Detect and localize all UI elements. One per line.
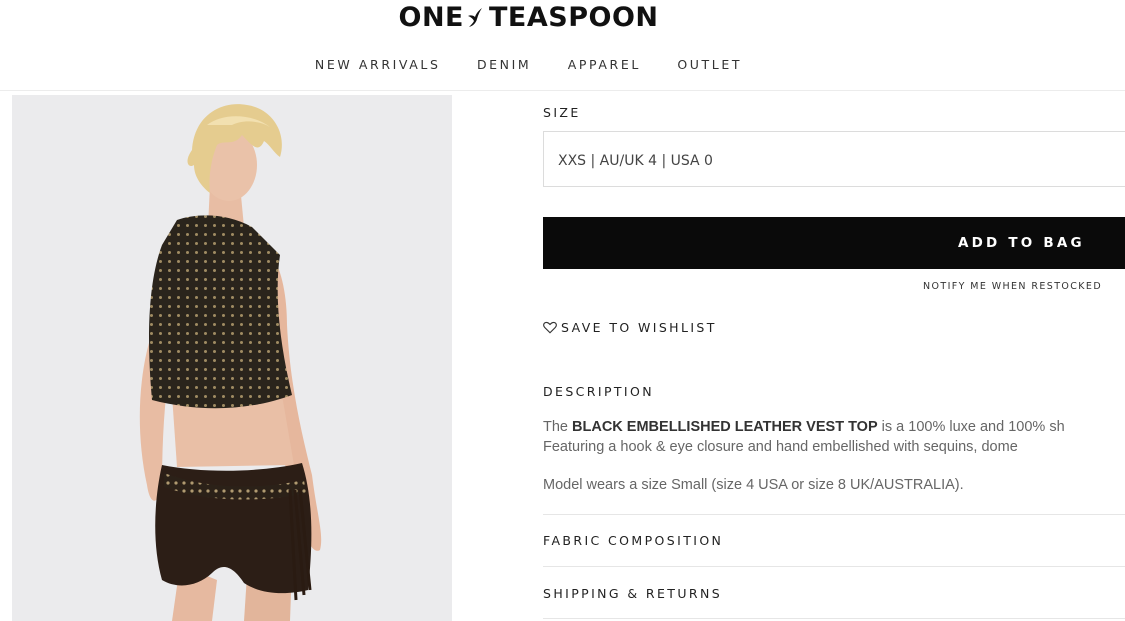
fabric-composition-accordion[interactable]: FABRIC COMPOSITION	[543, 533, 723, 548]
divider	[543, 514, 1125, 515]
product-description: The BLACK EMBELLISHED LEATHER VEST TOP i…	[543, 417, 1125, 495]
product-panel: SIZE XXS | AU/UK 4 | USA 0 ADD TO BAG NO…	[543, 95, 1125, 621]
nav-new-arrivals[interactable]: NEW ARRIVALS	[315, 57, 441, 72]
divider	[543, 618, 1125, 619]
nav-apparel[interactable]: APPAREL	[568, 57, 641, 72]
divider	[543, 566, 1125, 567]
model-photo	[12, 95, 452, 621]
description-prefix: The	[543, 419, 568, 435]
add-to-bag-button[interactable]: ADD TO BAG	[543, 217, 1125, 269]
add-to-bag-label: ADD TO BAG	[958, 235, 1085, 251]
shipping-returns-accordion[interactable]: SHIPPING & RETURNS	[543, 586, 722, 601]
brand-logo[interactable]: ONE TEASPOON	[0, 2, 1057, 33]
description-line-2: Featuring a hook & eye closure and hand …	[543, 439, 1018, 455]
swallow-logo-icon	[468, 8, 482, 27]
nav-outlet[interactable]: OUTLET	[677, 57, 742, 72]
size-label: SIZE	[543, 105, 581, 120]
nav-denim[interactable]: DENIM	[477, 57, 531, 72]
product-image[interactable]	[12, 95, 452, 621]
heart-icon	[543, 321, 557, 334]
description-heading[interactable]: DESCRIPTION	[543, 384, 654, 399]
brand-name-left: ONE	[398, 2, 464, 33]
size-select[interactable]: XXS | AU/UK 4 | USA 0	[543, 131, 1125, 187]
main-nav: NEW ARRIVALS DENIM APPAREL OUTLET	[0, 56, 1057, 74]
wishlist-label: SAVE TO WISHLIST	[561, 320, 717, 335]
brand-name-right: TEASPOON	[489, 2, 659, 33]
product-name: BLACK EMBELLISHED LEATHER VEST TOP	[572, 419, 878, 435]
description-line-1-rest: is a 100% luxe and 100% sh	[881, 419, 1065, 435]
notify-restock-link[interactable]: NOTIFY ME WHEN RESTOCKED	[923, 281, 1102, 292]
model-size-note: Model wears a size Small (size 4 USA or …	[543, 477, 964, 493]
site-header: ONE TEASPOON NEW ARRIVALS DENIM APPAREL O…	[0, 0, 1125, 91]
save-to-wishlist-button[interactable]: SAVE TO WISHLIST	[543, 320, 717, 335]
description-line-1: The BLACK EMBELLISHED LEATHER VEST TOP i…	[543, 417, 1125, 437]
